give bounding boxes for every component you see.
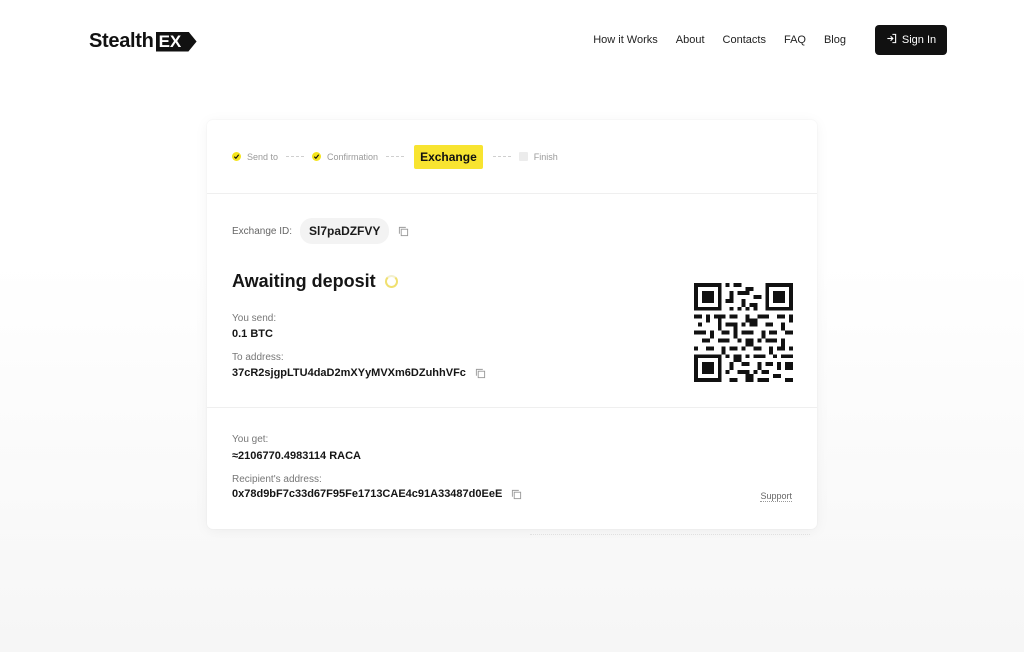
send-value: 0.1 BTC: [232, 328, 273, 340]
to-address-row: 37cR2sjgpLTU4daD2mXYyMVXm6DZuhhVFc: [232, 367, 486, 379]
to-address-label: To address:: [232, 352, 284, 363]
step-confirmation: Confirmation: [312, 152, 378, 162]
exchange-id-label: Exchange ID:: [232, 225, 293, 237]
site-header: Stealth EX How it Works About Contacts F…: [0, 0, 1024, 80]
logo-text: Stealth: [89, 30, 154, 52]
step-send-to: Send to: [232, 152, 278, 162]
nav-about[interactable]: About: [676, 34, 705, 46]
get-label: You get:: [232, 434, 269, 445]
step-label: Confirmation: [327, 151, 379, 162]
step-label: Send to: [247, 151, 279, 162]
nav-faq[interactable]: FAQ: [784, 34, 806, 46]
check-icon: [232, 152, 241, 161]
step-exchange: Exchange: [414, 144, 483, 169]
support-link[interactable]: Support: [760, 491, 792, 502]
qr-code: [694, 283, 793, 382]
sign-in-icon: [886, 33, 897, 47]
copy-icon[interactable]: [398, 226, 409, 237]
recipient-address-value: 0x78d9bF7c33d67F95Fe1713CAE4c91A33487d0E…: [232, 488, 503, 500]
exchange-id-row: Exchange ID: Sl7paDZFVY: [232, 218, 409, 244]
decorative-divider: [530, 534, 810, 535]
step-finish: Finish: [518, 151, 558, 162]
exchange-card: Send to Confirmation Exchange Finish Exc…: [207, 120, 817, 529]
logo-badge: EX: [155, 31, 197, 52]
sign-in-button[interactable]: Sign In: [875, 25, 947, 55]
step-divider: [492, 156, 511, 157]
sign-in-label: Sign In: [901, 34, 937, 46]
nav-how-it-works[interactable]: How it Works: [593, 34, 658, 46]
nav-blog[interactable]: Blog: [824, 34, 846, 46]
main-nav: How it Works About Contacts FAQ Blog Sig…: [593, 25, 947, 55]
check-icon: [312, 152, 322, 161]
step-label: Finish: [533, 151, 558, 162]
recipient-label: Recipient's address:: [232, 474, 322, 485]
get-value-row: ≈2106770.4983114 RACA: [232, 450, 361, 462]
loading-spinner-icon: [384, 275, 398, 288]
status-title: Awaiting deposit: [232, 271, 376, 291]
progress-steps: Send to Confirmation Exchange Finish: [207, 120, 817, 194]
step-divider: [386, 156, 405, 157]
copy-icon[interactable]: [475, 368, 486, 379]
to-address-value: 37cR2sjgpLTU4daD2mXYyMVXm6DZuhhVFc: [232, 367, 466, 379]
get-amount: ≈2106770.4983114 RACA: [232, 450, 361, 462]
logo[interactable]: Stealth EX: [89, 30, 197, 53]
exchange-id-value: Sl7paDZFVY: [300, 218, 390, 244]
nav-contacts[interactable]: Contacts: [723, 34, 766, 46]
copy-icon[interactable]: [511, 489, 522, 500]
send-amount: 0.1 BTC: [232, 328, 273, 340]
recipient-row: 0x78d9bF7c33d67F95Fe1713CAE4c91A33487d0E…: [232, 488, 522, 500]
step-divider: [286, 156, 305, 157]
status-row: Awaiting deposit: [232, 271, 398, 292]
section-divider: [207, 407, 817, 408]
pending-icon: [518, 152, 528, 161]
send-label: You send:: [232, 313, 277, 324]
